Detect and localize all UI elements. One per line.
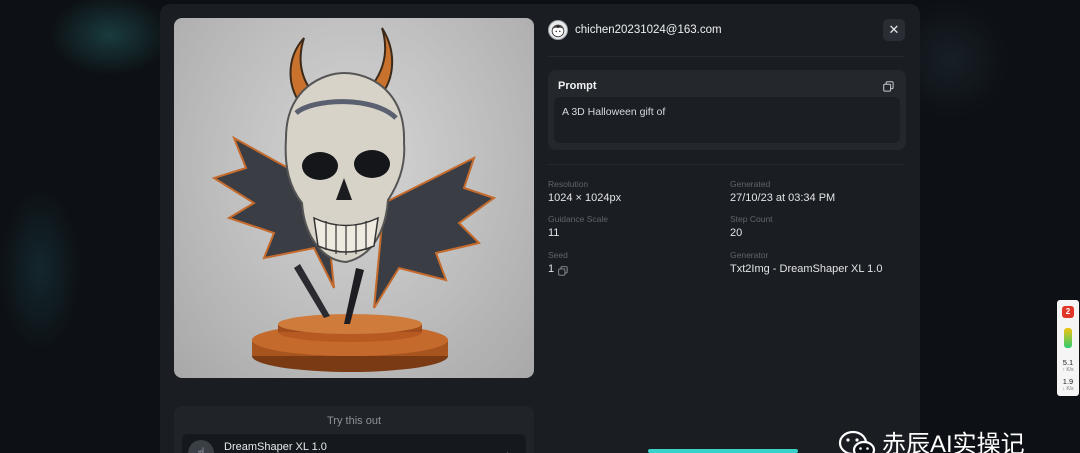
image-detail-modal: Try this out ☝ DreamShaper XL 1.0 → chic… [160,4,920,453]
copy-icon[interactable] [558,266,568,276]
user-email[interactable]: chichen20231024@163.com [575,24,722,36]
notification-badge: 2 [1062,306,1074,318]
prompt-card: Prompt A 3D Halloween gift of [548,70,906,150]
prompt-text-box: A 3D Halloween gift of [554,97,900,143]
wechat-icon [838,430,876,453]
prompt-label: Prompt [558,80,597,92]
model-thumbnail: ☝ [188,440,214,453]
resolution-label: Resolution [548,179,589,189]
model-link[interactable]: ☝ DreamShaper XL 1.0 → [182,434,526,453]
user-avatar-icon[interactable] [548,20,568,40]
action-button-edge[interactable] [648,449,798,453]
watermark-text: 赤辰AI实操记 [882,431,1025,453]
generated-label: Generated [730,179,771,189]
skull-artwork [211,27,497,372]
background-left [0,0,160,453]
guidance-scale-value: 11 [548,227,560,239]
step-count-value: 20 [730,227,743,239]
divider [548,56,905,57]
arrow-right-icon: → [499,444,512,453]
generated-value: 27/10/23 at 03:34 PM [730,192,836,204]
resolution-value: 1024 × 1024px [548,192,622,204]
divider [548,164,905,165]
generator-value: Txt2Img - DreamShaper XL 1.0 [730,263,883,275]
prompt-text: A 3D Halloween gift of [562,106,666,118]
watermark: 赤辰AI实操记 [838,430,1025,453]
try-this-out-card: Try this out ☝ DreamShaper XL 1.0 → [174,406,534,453]
download-speed: 1.9 [1062,377,1074,386]
download-unit: ↓ K/s [1062,386,1074,392]
seed-value: 1 [548,263,555,275]
generator-label: Generator [730,250,769,260]
network-speed-widget[interactable]: 2 5.1 ↑ K/s 1.9 ↓ K/s [1057,300,1079,396]
upload-unit: ↑ K/s [1062,367,1074,373]
close-icon: ✕ [888,22,900,37]
copy-icon[interactable] [883,81,894,92]
seed-label: Seed [548,250,568,260]
generated-image[interactable] [174,18,534,378]
upload-speed: 5.1 [1062,358,1074,367]
close-button[interactable]: ✕ [883,19,905,41]
step-count-label: Step Count [730,214,773,224]
guidance-scale-label: Guidance Scale [548,214,609,224]
background-right [920,0,1080,453]
try-this-out-title: Try this out [327,415,381,427]
model-name: DreamShaper XL 1.0 [224,441,327,453]
status-bar-icon [1064,328,1072,348]
